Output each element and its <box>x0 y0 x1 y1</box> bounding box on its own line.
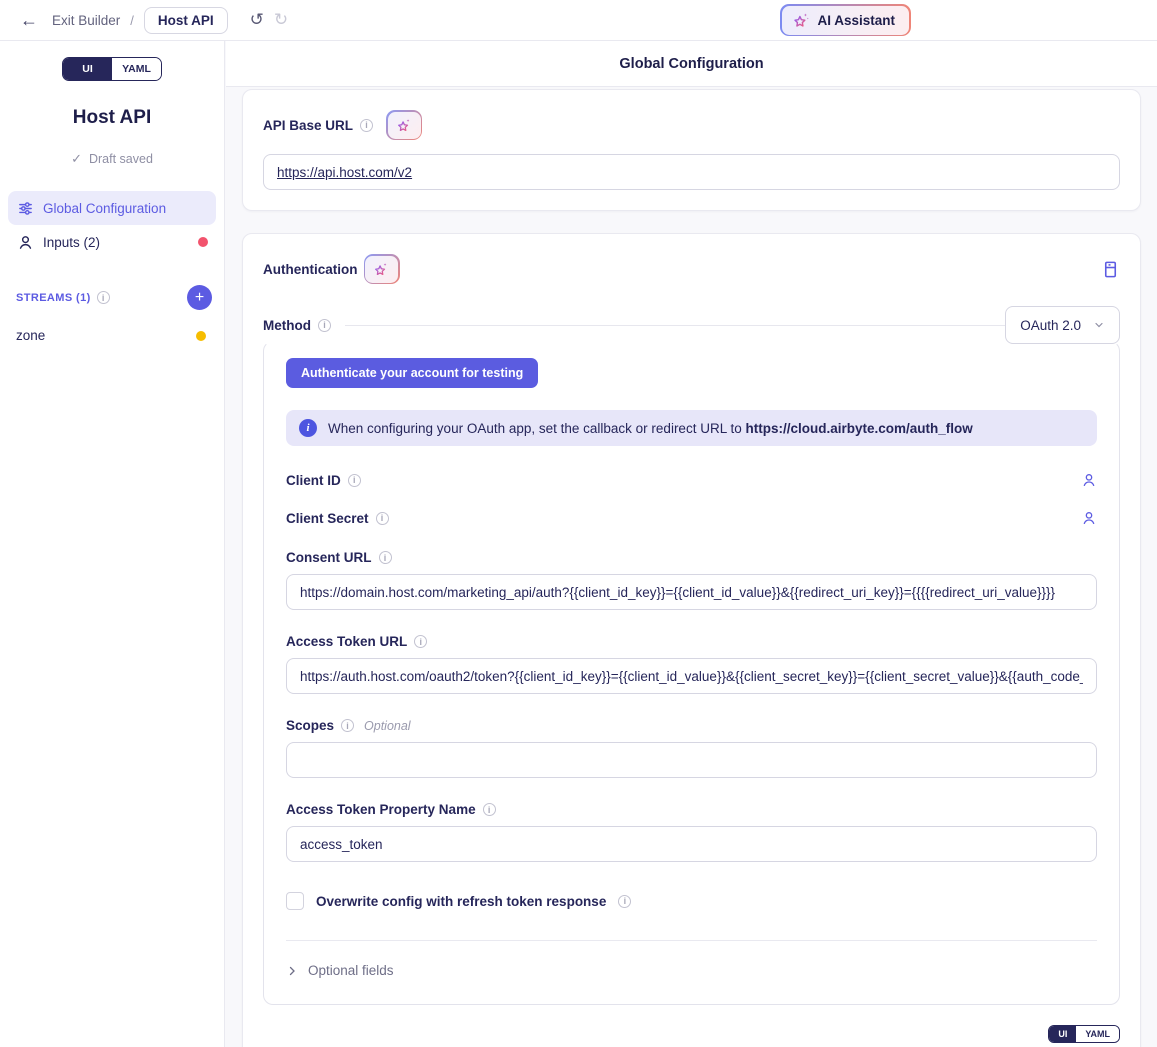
sliders-icon <box>16 200 34 217</box>
info-icon: i <box>379 551 392 564</box>
info-icon: i <box>348 474 361 487</box>
method-label: Method <box>263 318 311 333</box>
ai-suggest-button[interactable] <box>364 254 400 284</box>
info-icon: i <box>414 635 427 648</box>
info-circle-icon: i <box>299 419 317 437</box>
redo-icon: ↻ <box>272 8 290 32</box>
access-token-url-field: Access Token URL i <box>286 634 1097 694</box>
api-base-url-card: API Base URL i <box>242 89 1141 211</box>
undo-redo-group: ↺ ↻ <box>248 8 291 32</box>
sidebar-stream-zone[interactable]: zone <box>16 328 206 343</box>
info-icon: i <box>341 719 354 732</box>
page-title: Global Configuration <box>226 41 1157 87</box>
back-arrow-icon[interactable]: ← <box>16 9 42 31</box>
optional-fields-toggle[interactable]: Optional fields <box>286 941 1097 1004</box>
consent-url-input[interactable] <box>286 574 1097 610</box>
connector-title: Host API <box>0 107 224 129</box>
user-icon <box>16 234 34 251</box>
docs-book-icon[interactable] <box>1101 260 1120 279</box>
ai-sparkle-icon <box>396 117 413 134</box>
user-secret-icon[interactable] <box>1081 472 1097 488</box>
api-base-url-label: API Base URL <box>263 118 353 133</box>
access-token-property-field: Access Token Property Name i <box>286 802 1097 862</box>
sidebar-item-label: Inputs (2) <box>43 235 100 250</box>
info-icon: i <box>360 119 373 132</box>
stream-warning-dot <box>196 331 206 341</box>
scopes-input[interactable] <box>286 742 1097 778</box>
card-ui-yaml-toggle[interactable]: UI YAML <box>1048 1025 1120 1043</box>
access-token-url-label: Access Token URL <box>286 634 407 649</box>
overwrite-config-label: Overwrite config with refresh token resp… <box>316 894 606 909</box>
check-icon: ✓ <box>71 151 82 167</box>
info-icon: i <box>483 803 496 816</box>
draft-status: ✓ Draft saved <box>0 151 224 167</box>
exit-builder-link[interactable]: Exit Builder <box>52 13 120 28</box>
sidebar-nav: Global Configuration Inputs (2) <box>0 191 224 259</box>
undo-icon[interactable]: ↺ <box>248 8 266 32</box>
sidebar: UI YAML Host API ✓ Draft saved Global Co… <box>0 41 225 1047</box>
scopes-label: Scopes <box>286 718 334 733</box>
sidebar-item-inputs[interactable]: Inputs (2) <box>8 225 216 259</box>
breadcrumb: ← Exit Builder / Host API ↺ ↻ <box>16 7 290 34</box>
toggle-yaml-segment[interactable]: YAML <box>112 58 161 80</box>
optional-fields-label: Optional fields <box>308 963 394 978</box>
top-bar: ← Exit Builder / Host API ↺ ↻ AI Assista… <box>0 0 1157 41</box>
client-id-row: Client ID i <box>286 472 1097 488</box>
ai-sparkle-icon <box>792 11 811 30</box>
stream-name: zone <box>16 328 45 343</box>
authentication-card: Authentication <box>242 233 1141 1047</box>
toggle-ui-segment[interactable]: UI <box>1049 1026 1076 1042</box>
optional-tag: Optional <box>364 719 411 733</box>
info-icon: i <box>318 319 331 332</box>
chevron-down-icon <box>1093 319 1105 331</box>
client-secret-row: Client Secret i <box>286 510 1097 526</box>
streams-header: STREAMS (1) i + <box>16 285 212 310</box>
overwrite-config-checkbox[interactable] <box>286 892 304 910</box>
chevron-right-icon <box>286 965 298 977</box>
project-name-chip[interactable]: Host API <box>144 7 228 34</box>
draft-status-label: Draft saved <box>89 152 153 166</box>
sidebar-ui-yaml-toggle[interactable]: UI YAML <box>62 57 162 81</box>
toggle-ui-segment[interactable]: UI <box>63 58 112 80</box>
api-base-url-input[interactable] <box>263 154 1120 190</box>
ai-sparkle-icon <box>373 261 390 278</box>
ai-assistant-button[interactable]: AI Assistant <box>780 4 911 36</box>
ai-suggest-button[interactable] <box>386 110 422 140</box>
info-icon: i <box>97 291 110 304</box>
consent-url-label: Consent URL <box>286 550 372 565</box>
client-id-label: Client ID <box>286 473 341 488</box>
banner-text: When configuring your OAuth app, set the… <box>328 421 973 436</box>
overwrite-config-row: Overwrite config with refresh token resp… <box>286 892 1097 910</box>
client-secret-label: Client Secret <box>286 511 369 526</box>
access-token-url-input[interactable] <box>286 658 1097 694</box>
breadcrumb-separator: / <box>130 13 134 28</box>
toggle-yaml-segment[interactable]: YAML <box>1076 1026 1119 1042</box>
access-token-property-label: Access Token Property Name <box>286 802 476 817</box>
user-secret-icon[interactable] <box>1081 510 1097 526</box>
sidebar-item-label: Global Configuration <box>43 201 166 216</box>
auth-method-value: OAuth 2.0 <box>1020 318 1081 333</box>
banner-callback-url: https://cloud.airbyte.com/auth_flow <box>745 421 972 436</box>
inputs-error-dot <box>198 237 208 247</box>
method-divider-line <box>345 325 1005 326</box>
scopes-field: Scopes i Optional <box>286 718 1097 778</box>
main-panel: Global Configuration API Base URL i <box>226 41 1157 1047</box>
auth-method-select[interactable]: OAuth 2.0 <box>1005 306 1120 344</box>
consent-url-field: Consent URL i <box>286 550 1097 610</box>
info-icon: i <box>618 895 631 908</box>
info-icon: i <box>376 512 389 525</box>
sidebar-item-global-configuration[interactable]: Global Configuration <box>8 191 216 225</box>
oauth-info-banner: i When configuring your OAuth app, set t… <box>286 410 1097 446</box>
access-token-property-input[interactable] <box>286 826 1097 862</box>
authenticate-button[interactable]: Authenticate your account for testing <box>286 358 538 388</box>
authentication-label: Authentication <box>263 262 358 277</box>
oauth-config-group: Authenticate your account for testing i … <box>263 341 1120 1005</box>
streams-header-label: STREAMS (1) <box>16 292 91 304</box>
ai-assistant-label: AI Assistant <box>818 13 896 28</box>
add-stream-button[interactable]: + <box>187 285 212 310</box>
